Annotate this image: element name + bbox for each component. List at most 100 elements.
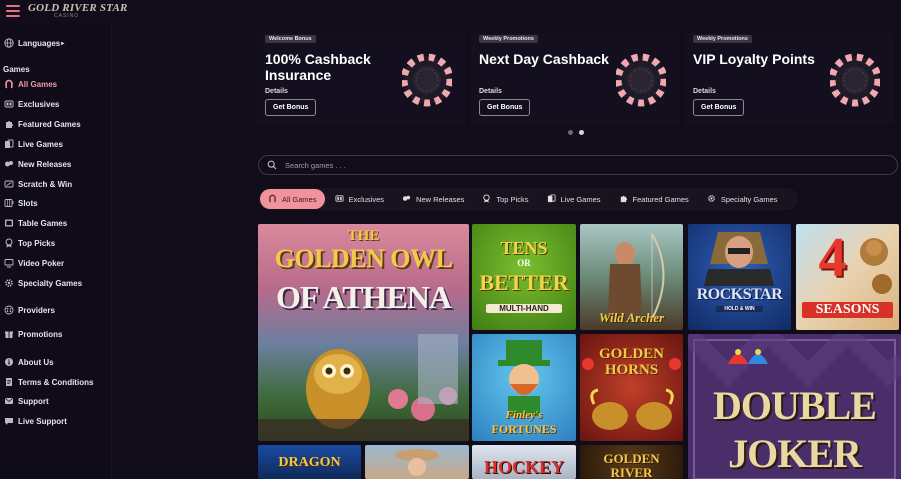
providers-icon: [3, 305, 14, 316]
game-tile-golden-river[interactable]: GOLDEN RIVER: [580, 445, 683, 479]
promo-details-link[interactable]: Details: [479, 88, 502, 95]
game-title: Wild Archer: [598, 310, 665, 325]
game-title: FORTUNES: [491, 422, 557, 436]
sidebar-item-new-releases[interactable]: New Releases: [3, 157, 71, 171]
tab-exclusives[interactable]: Exclusives: [327, 189, 392, 209]
main-content: Welcome Bonus 100% Cashback Insurance De…: [112, 22, 901, 479]
carousel-dots: [568, 130, 584, 135]
game-title: BETTER: [479, 270, 569, 295]
promo-card-cashback[interactable]: Welcome Bonus 100% Cashback Insurance De…: [257, 33, 466, 125]
tab-specialty-games[interactable]: Specialty Games: [699, 189, 786, 209]
sidebar-item-scratch-win[interactable]: Scratch & Win: [3, 177, 72, 191]
sidebar-item-video-poker[interactable]: Video Poker: [3, 256, 64, 270]
cowgirl-illustration: [395, 449, 439, 476]
sidebar-item-about-us[interactable]: About Us: [3, 355, 54, 369]
logo-subtitle: CASINO: [54, 13, 80, 19]
promo-title: 100% Cashback Insurance: [265, 51, 371, 83]
sidebar-item-live-games[interactable]: Live Games: [3, 137, 63, 151]
get-bonus-button[interactable]: Get Bonus: [265, 99, 317, 116]
promo-tag: Weekly Promotions: [693, 35, 752, 43]
sidebar: Languages ▸ Games All Games Exclusives F…: [0, 22, 112, 479]
sidebar-item-slots[interactable]: Slots: [3, 196, 38, 210]
promo-card-vip-loyalty[interactable]: Weekly Promotions VIP Loyalty Points Det…: [685, 33, 894, 125]
sidebar-item-specialty-games[interactable]: Specialty Games: [3, 276, 82, 290]
game-title: DOUBLE: [713, 383, 877, 428]
carousel-dot-active[interactable]: [579, 130, 584, 135]
new-icon: [402, 194, 411, 205]
promo-tag: Weekly Promotions: [479, 35, 538, 43]
sidebar-item-exclusives[interactable]: Exclusives: [3, 97, 59, 111]
sidebar-item-label: Scratch & Win: [18, 179, 73, 189]
tab-all-games[interactable]: All Games: [260, 189, 325, 209]
cards-icon: [3, 139, 14, 150]
promo-title: VIP Loyalty Points: [693, 51, 815, 67]
owl-illustration: [258, 334, 469, 441]
sidebar-item-label: All Games: [18, 79, 58, 89]
game-tile-finleys-fortunes[interactable]: Finley's FORTUNES: [472, 334, 576, 441]
globe-icon: [3, 38, 14, 49]
game-tile-cowgirl[interactable]: [365, 445, 469, 479]
tab-label: Featured Games: [632, 194, 689, 204]
game-tile-rockstar[interactable]: ROCKSTAR HOLD & WIN: [688, 224, 791, 330]
promo-card-next-day-cashback[interactable]: Weekly Promotions Next Day Cashback Deta…: [471, 33, 680, 125]
game-title: HOCKEY: [483, 457, 564, 477]
game-tile-wild-archer[interactable]: Wild Archer: [580, 224, 683, 330]
sidebar-item-label: Specialty Games: [18, 278, 83, 288]
game-tile-dragon[interactable]: DRAGON: [258, 445, 361, 479]
carousel-dot[interactable]: [568, 130, 573, 135]
sidebar-item-support[interactable]: Support: [3, 394, 49, 408]
casino-chip-icon: [616, 53, 666, 107]
game-tile-double-joker[interactable]: DOUBLE JOKER: [688, 334, 901, 479]
new-icon: [3, 159, 14, 170]
casino-chip-icon: [402, 53, 452, 107]
sidebar-item-providers[interactable]: Providers: [3, 303, 55, 317]
sidebar-item-all-games[interactable]: All Games: [3, 77, 57, 91]
game-tile-golden-horns[interactable]: GOLDEN HORNS: [580, 334, 683, 441]
top-bar: GOLD RIVER STAR CASINO: [0, 0, 901, 22]
tab-new-releases[interactable]: New Releases: [394, 189, 472, 209]
tab-live-games[interactable]: Live Games: [539, 189, 609, 209]
sidebar-item-label: Exclusives: [18, 99, 60, 109]
game-tile-4-seasons[interactable]: 4 SEASONS: [796, 224, 899, 330]
exclusive-icon: [335, 194, 344, 205]
cards-icon: [547, 193, 556, 205]
sidebar-item-label: Featured Games: [18, 119, 81, 129]
search-input[interactable]: [285, 160, 865, 170]
search-bar[interactable]: [258, 155, 898, 175]
tab-featured-games[interactable]: Featured Games: [611, 189, 697, 209]
sidebar-item-promotions[interactable]: Promotions: [3, 327, 62, 341]
game-subtitle: HOLD & WIN: [716, 306, 763, 312]
document-icon: [3, 377, 14, 388]
sidebar-item-label: Slots: [18, 198, 38, 208]
sidebar-item-live-support[interactable]: Live Support: [3, 414, 67, 428]
sidebar-item-top-picks[interactable]: Top Picks: [3, 236, 55, 250]
game-title: OR: [517, 258, 531, 268]
promo-details-link[interactable]: Details: [265, 88, 288, 95]
sidebar-item-terms[interactable]: Terms & Conditions: [3, 375, 93, 389]
tab-label: Live Games: [560, 194, 601, 204]
horseshoe-icon: [268, 194, 277, 205]
sidebar-item-featured-games[interactable]: Featured Games: [3, 117, 81, 131]
category-tabs: All Games Exclusives New Releases Top Pi…: [258, 188, 798, 210]
hamburger-menu-icon[interactable]: [6, 5, 20, 17]
video-poker-icon: [3, 258, 14, 269]
puzzle-icon: [3, 119, 14, 130]
game-tile-tens-or-better[interactable]: TENS OR BETTER MULTI-HAND: [472, 224, 576, 330]
table-icon: [3, 218, 14, 229]
tab-label: Top Picks: [496, 194, 529, 204]
exclusive-icon: [3, 99, 14, 110]
sidebar-item-label: Live Games: [18, 139, 63, 149]
game-title: ROCKSTAR: [696, 286, 783, 303]
game-tile-golden-owl-of-athena[interactable]: THE GOLDEN OWL OF ATHENA: [258, 224, 469, 441]
get-bonus-button[interactable]: Get Bonus: [479, 99, 531, 116]
tab-top-picks[interactable]: Top Picks: [474, 189, 536, 209]
promo-details-link[interactable]: Details: [693, 88, 716, 95]
tab-label: Exclusives: [348, 194, 385, 204]
game-tile-hockey[interactable]: HOCKEY: [472, 445, 576, 479]
get-bonus-button[interactable]: Get Bonus: [693, 99, 745, 116]
sidebar-item-label: Providers: [18, 305, 55, 315]
gear-icon: [707, 194, 716, 205]
sidebar-item-table-games[interactable]: Table Games: [3, 216, 67, 230]
promo-title: Next Day Cashback: [479, 51, 609, 67]
languages-menu[interactable]: Languages ▸: [3, 36, 64, 50]
